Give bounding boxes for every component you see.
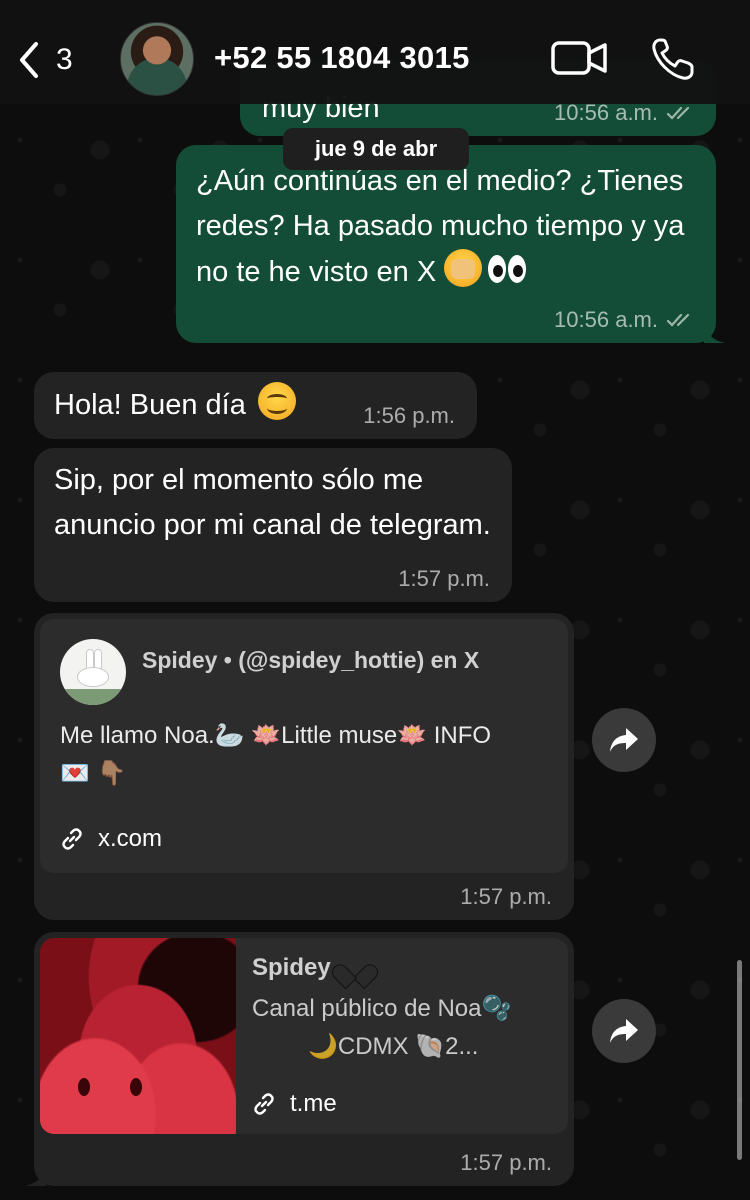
contact-name[interactable]: +52 55 1804 3015 — [214, 40, 470, 76]
double-check-icon — [666, 106, 690, 120]
bubble-tail — [24, 1168, 46, 1186]
preview-description-line: Me llamo Noa.🦢 🪷Little muse🪷 INFO — [60, 722, 492, 749]
preview-avatar — [60, 639, 126, 705]
message-text: Sip, por el momento sólo me anuncio por … — [54, 464, 491, 541]
double-check-icon — [666, 313, 690, 327]
message-time: 10:56 a.m. — [554, 307, 658, 332]
chevron-left-icon — [20, 42, 38, 78]
preview-link[interactable]: t.me — [252, 1090, 337, 1118]
link-icon — [62, 828, 82, 850]
scrollbar[interactable] — [737, 960, 742, 1160]
preview-description: Canal público de Noa🫧 🌙CDMX 🐚2... — [252, 990, 562, 1066]
preview-description-line: 🌙CDMX 🐚2... — [308, 1033, 479, 1060]
black-heart-icon — [341, 954, 367, 978]
message-body: Hola! Buen día — [54, 382, 296, 428]
preview-description-line: Canal público de Noa🫧 — [252, 995, 512, 1022]
message-text: Hola! Buen día — [54, 389, 246, 421]
message-incoming[interactable]: Sip, por el momento sólo me anuncio por … — [34, 448, 512, 602]
chat-header: 3 +52 55 1804 3015 — [0, 0, 750, 104]
preview-link-text: x.com — [98, 825, 163, 852]
link-icon — [254, 1093, 274, 1115]
message-body: ¿Aún continúas en el medio? ¿Tienes rede… — [196, 159, 706, 295]
link-preview-card[interactable]: Spidey Canal público de Noa🫧 🌙CDMX 🐚2...… — [40, 938, 568, 1134]
message-text: ¿Aún continúas en el medio? ¿Tienes rede… — [196, 165, 685, 288]
date-separator: jue 9 de abr — [283, 128, 469, 170]
message-time: 1:57 p.m. — [460, 1150, 552, 1175]
preview-link[interactable]: x.com — [60, 825, 162, 853]
link-preview-card[interactable]: Spidey • (@spidey_hottie) en X Me llamo … — [40, 619, 568, 873]
back-button[interactable]: 3 — [16, 38, 96, 82]
phone-icon[interactable] — [650, 36, 696, 82]
forward-icon — [610, 1019, 638, 1043]
message-incoming-link[interactable]: Spidey • (@spidey_hottie) en X Me llamo … — [34, 613, 574, 920]
preview-title: Spidey • (@spidey_hottie) en X — [142, 647, 480, 673]
preview-title: Spidey — [252, 954, 331, 981]
smiling-face-icon — [257, 382, 296, 420]
message-time: 1:57 p.m. — [398, 566, 490, 591]
preview-description-line: 💌 👇🏽 — [60, 760, 127, 787]
preview-image — [40, 938, 236, 1134]
forward-icon — [610, 728, 638, 752]
bubble-tail — [704, 325, 726, 343]
preview-title-row: Spidey — [252, 954, 367, 982]
message-incoming[interactable]: Hola! Buen día 1:56 p.m. — [34, 372, 477, 439]
message-time: 1:56 p.m. — [363, 403, 455, 428]
eyes-icon — [488, 255, 528, 285]
forward-button[interactable] — [592, 999, 656, 1063]
face-with-hand-over-mouth-icon — [444, 249, 483, 287]
message-outgoing[interactable]: ¿Aún continúas en el medio? ¿Tienes rede… — [176, 145, 726, 343]
message-time: 1:57 p.m. — [460, 884, 552, 909]
contact-avatar[interactable] — [120, 22, 194, 96]
message-incoming-link[interactable]: Spidey Canal público de Noa🫧 🌙CDMX 🐚2...… — [24, 932, 574, 1186]
preview-link-text: t.me — [290, 1090, 337, 1117]
preview-description: Me llamo Noa.🦢 🪷Little muse🪷 INFO 💌 👇🏽 — [60, 717, 560, 793]
video-call-icon[interactable] — [550, 36, 608, 80]
forward-button[interactable] — [592, 708, 656, 772]
unread-count: 3 — [56, 43, 73, 76]
message-meta: 10:56 a.m. — [554, 307, 696, 333]
